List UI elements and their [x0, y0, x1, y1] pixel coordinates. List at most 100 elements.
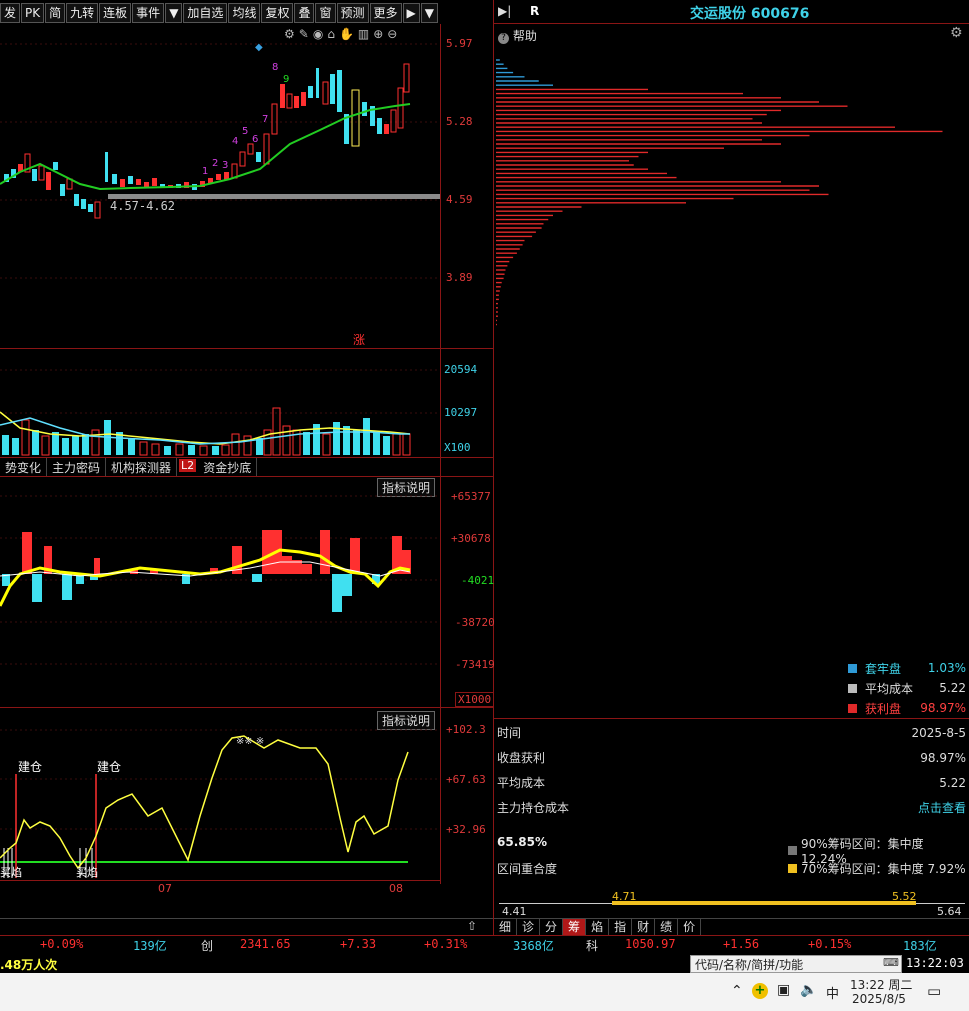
- mid-axis-1: +65377: [451, 490, 491, 503]
- collapse-arrow-icon[interactable]: ▶|: [498, 4, 511, 18]
- toolbar-jiuzhuan[interactable]: 九转: [66, 3, 99, 23]
- seq-3: 3: [222, 160, 228, 171]
- mid-axis-5: -73419: [455, 658, 495, 671]
- toolbar-more[interactable]: 更多: [369, 3, 402, 23]
- toolbar-shijian[interactable]: 事件: [132, 3, 165, 23]
- info-time: 时间 2025-8-5: [497, 725, 966, 741]
- chip-info: 时间 2025-8-5 收盘获利 98.97% 平均成本 5.22 主力持仓成本 点击查…: [497, 720, 966, 820]
- chart-toolbar: 发 PK 简 九转 连板 事件 ▼ 加自选 均线 复权 叠 窗 预测 更多 ▶ …: [0, 3, 440, 23]
- search-box[interactable]: 代码/名称/简拼/功能 ⌨: [690, 955, 902, 973]
- taskbar-date[interactable]: 2025/8/5: [852, 992, 906, 1006]
- tab-price[interactable]: 价: [678, 919, 702, 935]
- mid-axis-3: -4021: [461, 574, 495, 587]
- legend-swatch-trapped: [848, 663, 857, 673]
- fund-flow-chart[interactable]: [0, 476, 440, 706]
- toolbar-fuquan[interactable]: 复权: [261, 3, 294, 23]
- month-label-07: 07: [158, 882, 172, 895]
- tab-main-force[interactable]: 主力密码: [47, 458, 107, 476]
- collapse-up-icon[interactable]: ⇧: [467, 919, 477, 933]
- month-label-08: 08: [389, 882, 403, 895]
- fund-line-white: [0, 561, 411, 577]
- overlap-label: 区间重合度: [497, 862, 558, 876]
- tab-index[interactable]: 指: [609, 919, 633, 935]
- build-line: [0, 735, 409, 870]
- seq-8: 8: [272, 62, 278, 73]
- view-main-cost-link[interactable]: 点击查看: [918, 799, 966, 816]
- tab-finance[interactable]: 财: [632, 919, 656, 935]
- chip-distribution[interactable]: [494, 40, 969, 660]
- separator: [0, 348, 493, 349]
- toolbar-play-icon[interactable]: ▶: [402, 3, 420, 23]
- tab-performance[interactable]: 绩: [655, 919, 679, 935]
- mid-axis-2: +30678: [451, 532, 491, 545]
- chip-legend: 套牢盘 1.03% 平均成本 5.22 获利盘 98.97%: [848, 658, 966, 718]
- seq-5: 5: [242, 126, 248, 137]
- low-mark-1: 买焰: [0, 865, 22, 879]
- mid-axis-4: -38720: [455, 616, 495, 629]
- tab-flame[interactable]: 焰: [586, 919, 610, 935]
- r-button[interactable]: R: [530, 4, 539, 18]
- tab-minute[interactable]: 分: [540, 919, 564, 935]
- date-axis-line: [0, 880, 440, 881]
- toolbar-forecast[interactable]: 预测: [336, 3, 369, 23]
- toolbar-more-dropdown-icon[interactable]: ▼: [420, 3, 438, 23]
- stock-title: 交运股份 600676: [690, 6, 810, 22]
- price-axis-3: 4.59: [446, 193, 473, 206]
- toolbar-jian[interactable]: 简: [45, 3, 66, 23]
- clock: 13:22:03: [906, 956, 964, 970]
- range-lo: 4.41: [502, 905, 527, 918]
- volume-chart[interactable]: [0, 350, 440, 456]
- chevron-up-icon[interactable]: ⌃: [731, 983, 743, 999]
- toolbar-dropdown-icon[interactable]: ▼: [165, 3, 183, 23]
- swatch-70: [788, 864, 797, 873]
- info-close-profit: 收盘获利 98.97%: [497, 750, 966, 766]
- zhang-badge: 涨: [353, 332, 365, 346]
- toolbar-window[interactable]: 窗: [315, 3, 336, 23]
- bottom-strip: ⇧: [0, 918, 493, 935]
- top-cross-mark: ※※ ※: [236, 736, 264, 747]
- gear-icon[interactable]: ⚙: [950, 25, 963, 41]
- concentration-pct: 65.85%: [497, 835, 547, 849]
- low-axis-2: +67.63: [446, 773, 486, 786]
- network-icon[interactable]: ▣: [777, 982, 790, 998]
- status-bar: .48万人次 代码/名称/简拼/功能 ⌨ 13:22:03: [0, 954, 969, 973]
- toolbar-overlay[interactable]: 叠: [294, 3, 315, 23]
- app-tray-icon[interactable]: +: [752, 983, 768, 999]
- tab-trend-change[interactable]: 势变化: [0, 458, 48, 476]
- seq-6: 6: [252, 134, 258, 145]
- mid-axis-unit: X1000: [455, 692, 495, 707]
- vol-axis-1: 20594: [444, 363, 478, 376]
- taskbar-time[interactable]: 13:22 周二: [850, 976, 912, 993]
- vol-axis-unit: X100: [444, 441, 471, 454]
- toolbar-lianban[interactable]: 连板: [99, 3, 132, 23]
- ime-indicator[interactable]: 中: [826, 983, 839, 1002]
- price-axis-1: 5.97: [446, 37, 473, 50]
- legend-trapped: 套牢盘 1.03%: [848, 658, 966, 678]
- notification-icon[interactable]: ▭: [927, 982, 941, 1000]
- tab-detail[interactable]: 细: [494, 919, 518, 935]
- seq-4: 4: [232, 136, 238, 147]
- tab-diagnose[interactable]: 诊: [517, 919, 541, 935]
- seq-7: 7: [262, 114, 268, 125]
- tab-institution[interactable]: 机构探测器: [106, 458, 178, 476]
- windows-taskbar: ⌃ + ▣ 🔈 中 13:22 周二 2025/8/5 ▭: [0, 973, 969, 1011]
- right-header: ▶| R 交运股份 600676: [494, 3, 969, 24]
- build-position-chart[interactable]: 建仓 建仓 买焰 买焰 ※※ ※: [0, 708, 440, 880]
- legend-profit: 获利盘 98.97%: [848, 698, 966, 718]
- tab-fund-bottom[interactable]: 资金抄底: [198, 458, 258, 476]
- legend-avg-cost: 平均成本 5.22: [848, 678, 966, 698]
- seq-9: 9: [283, 74, 289, 85]
- seq-1: 1: [202, 166, 208, 177]
- toolbar-add-watch[interactable]: 加自选: [183, 3, 228, 23]
- toolbar-pk[interactable]: PK: [21, 3, 45, 23]
- indicator-tabs: 势变化 主力密码 机构探测器 L2 资金抄底: [0, 457, 493, 477]
- range-a: 4.71: [612, 890, 637, 903]
- candlestick-chart[interactable]: ◆ 4.57-4.62 涨 1 2 3 4 5 6 7 8 9: [0, 24, 440, 346]
- toolbar-fa[interactable]: 发: [0, 3, 21, 23]
- keyboard-icon[interactable]: ⌨: [883, 956, 899, 969]
- tab-chips[interactable]: 筹: [563, 919, 587, 935]
- diamond-mark: ◆: [255, 42, 263, 53]
- volume-icon[interactable]: 🔈: [800, 982, 817, 998]
- swatch-90: [788, 846, 797, 855]
- toolbar-ma[interactable]: 均线: [228, 3, 261, 23]
